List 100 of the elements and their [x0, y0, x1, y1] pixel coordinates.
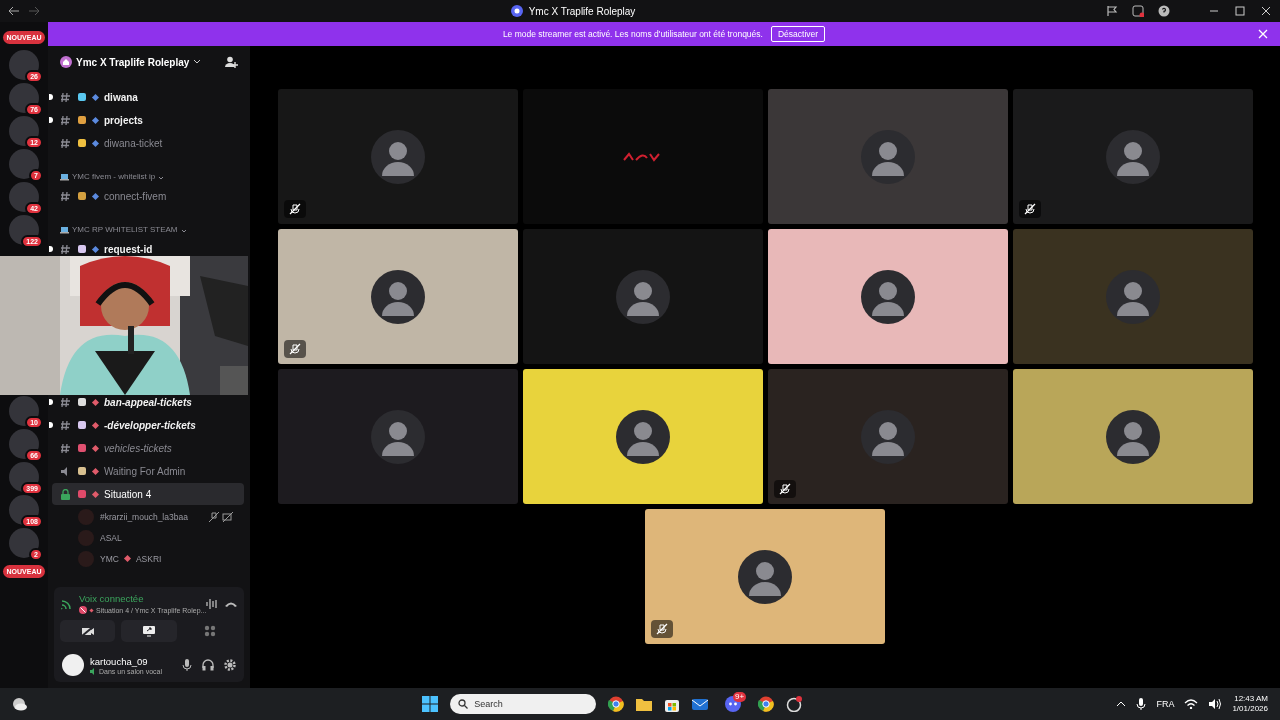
user-avatar[interactable]: [62, 654, 84, 676]
video-tile[interactable]: [522, 369, 763, 504]
logo-icon: [622, 151, 663, 162]
language-indicator[interactable]: FRA: [1156, 699, 1175, 709]
emoji-icon: [77, 489, 87, 499]
channel-item[interactable]: -développer-tickets: [52, 414, 244, 436]
video-tile[interactable]: [767, 229, 1008, 364]
mic-off-drawing: [288, 343, 301, 355]
weather-icon[interactable]: [12, 697, 28, 711]
app-icon[interactable]: [786, 696, 803, 712]
video-tile[interactable]: [1012, 369, 1253, 504]
emoji-icon: [77, 397, 87, 407]
microphone-icon[interactable]: [1136, 698, 1147, 710]
channel-item[interactable]: diwana: [52, 86, 244, 108]
headphones-icon[interactable]: [202, 659, 214, 671]
avatar-icon: [860, 409, 915, 464]
clock-time[interactable]: 12:43 AM: [1234, 693, 1268, 704]
search-field[interactable]: Search: [450, 694, 597, 714]
video-tile[interactable]: [1012, 89, 1253, 224]
folder-icon[interactable]: [636, 697, 653, 711]
waveform-icon[interactable]: [205, 597, 219, 610]
video-tile[interactable]: [767, 369, 1008, 504]
help-icon[interactable]: [1158, 5, 1170, 17]
voice-user-name[interactable]: #krarzii_mouch_la3baa: [100, 511, 188, 522]
chat-app-button[interactable]: 9+: [720, 692, 747, 716]
forward-arrow-icon[interactable]: [28, 6, 40, 16]
maximize-icon[interactable]: [1234, 5, 1246, 17]
voice-status: Voix connectée: [79, 593, 145, 604]
hashtag-icon: [60, 114, 71, 126]
camera-off-button[interactable]: [60, 620, 116, 642]
channel-item[interactable]: ban-appeal-tickets: [52, 391, 244, 413]
chevron-up-icon[interactable]: [1116, 700, 1127, 708]
hashtag-icon: [60, 442, 71, 454]
category-label[interactable]: YMC fivem - whitelist ip: [72, 172, 156, 181]
chevron-icon[interactable]: [193, 59, 202, 65]
avatar-icon: [370, 409, 425, 464]
volume-icon[interactable]: [1208, 698, 1223, 710]
server-icon: [510, 5, 523, 17]
laptop-icon: [60, 226, 69, 234]
deactivate-button[interactable]: Désactiver: [770, 26, 826, 42]
voice-user-name[interactable]: YMC: [100, 553, 119, 564]
close-icon[interactable]: [1260, 5, 1272, 17]
video-tile[interactable]: [277, 229, 518, 364]
mic-off-drawing: [288, 203, 301, 215]
emoji-icon: [77, 115, 87, 125]
channel-item[interactable]: diwana-ticket: [52, 132, 244, 154]
mic-off-drawing: [656, 623, 668, 635]
server-name[interactable]: Ymc X Traplife Roleplay: [76, 56, 190, 68]
channel-item[interactable]: request-id: [52, 238, 244, 260]
channel-item[interactable]: Situation 4: [52, 483, 244, 505]
add-member-icon[interactable]: [224, 56, 238, 68]
inbox-icon[interactable]: [1132, 5, 1144, 17]
browser-icon[interactable]: [758, 696, 775, 712]
screen-share-button[interactable]: [121, 620, 177, 642]
avatar-icon: [860, 269, 915, 324]
emoji-icon: [77, 466, 87, 476]
activities-drawing: [204, 625, 217, 637]
window-title: Ymc X Traplife Roleplay: [528, 5, 636, 17]
channel-item[interactable]: projects: [52, 109, 244, 131]
channel-item[interactable]: vehicles-tickets: [52, 437, 244, 459]
screen-share-drawing: [142, 625, 156, 637]
channel-item[interactable]: Waiting For Admin: [52, 460, 244, 482]
video-tile[interactable]: [645, 509, 885, 644]
back-arrow-icon[interactable]: [8, 6, 20, 16]
microphone-icon[interactable]: [182, 659, 192, 671]
mic-off-drawing: [778, 483, 791, 495]
hashtag-icon: [60, 396, 71, 408]
avatar-icon: [615, 269, 670, 324]
video-tile[interactable]: [277, 369, 518, 504]
user-avatar: [78, 508, 94, 525]
flag-icon[interactable]: [1106, 5, 1118, 17]
banner-text: Le mode streamer est activé. Les noms d'utilisateur ont été tronqués.: [502, 29, 763, 39]
browser-icon[interactable]: [608, 696, 625, 712]
hashtag-icon: [60, 419, 71, 431]
video-tile[interactable]: [277, 89, 518, 224]
lock-icon: [60, 488, 71, 500]
avatar-icon: [370, 129, 425, 184]
emoji-icon: [77, 191, 87, 201]
avatar-icon: [370, 269, 425, 324]
video-tile[interactable]: [1012, 229, 1253, 364]
avatar-icon: [738, 549, 792, 604]
speaker-icon: [90, 667, 97, 675]
emoji-icon: [77, 138, 87, 148]
chevron-icon: [180, 228, 187, 234]
voice-user-name[interactable]: ASAL: [100, 532, 122, 543]
video-tile[interactable]: [522, 89, 763, 224]
emoji-icon: [77, 420, 87, 430]
server-icon: [60, 56, 72, 68]
windows-start-icon[interactable]: [422, 696, 439, 712]
wifi-icon[interactable]: [1184, 699, 1199, 709]
emoji-icon: [77, 443, 87, 453]
category-label[interactable]: YMC RP WHITELIST STEAM: [72, 225, 178, 234]
clock-date[interactable]: 1/01/2026: [1232, 704, 1268, 715]
hashtag-icon: [60, 137, 71, 149]
settings-icon[interactable]: [224, 659, 236, 671]
emoji-icon: [77, 92, 87, 102]
channel-item[interactable]: connect-fivem: [52, 185, 244, 207]
mail-icon[interactable]: [692, 697, 709, 711]
video-tile[interactable]: [767, 89, 1008, 224]
video-tile[interactable]: [522, 229, 763, 364]
